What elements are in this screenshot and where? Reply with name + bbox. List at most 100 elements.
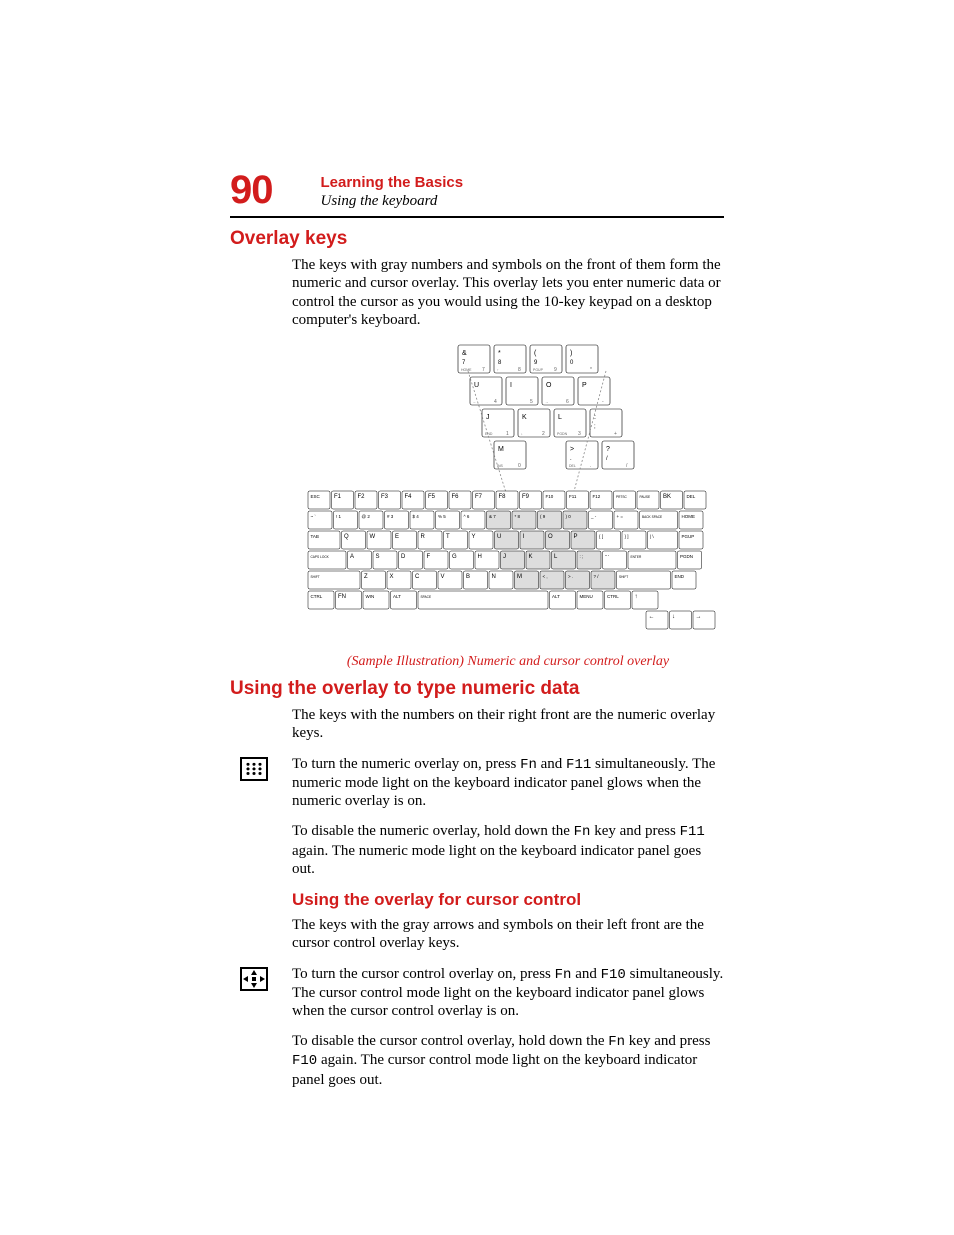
svg-text:) 0: ) 0 [566,514,572,519]
svg-text:3: 3 [578,431,581,437]
svg-text:# 3: # 3 [387,514,394,519]
svg-text:HOME: HOME [461,368,472,372]
svg-text:↓: ↓ [672,614,675,620]
svg-text:F11: F11 [569,494,577,499]
text: To disable the numeric overlay, hold dow… [292,823,574,839]
svg-text:PGDN: PGDN [680,554,693,559]
text: again. The cursor control mode light on … [292,1052,697,1087]
svg-text:F2: F2 [358,494,366,500]
numeric-keypad-icon [240,757,268,781]
svg-text:+ =: + = [617,514,624,519]
keyboard-illustration: &7HOME7*8↑8(9PGUP9)0*U←4I5O→6P-JEND1K↓2L… [292,341,724,646]
svg-text:PRTSC: PRTSC [616,495,627,499]
svg-text:C: C [415,574,420,580]
svg-text:M: M [498,446,504,453]
svg-text:N: N [492,574,496,580]
svg-text:" ': " ' [605,554,609,559]
svg-text:SHIFT: SHIFT [311,575,320,579]
svg-text:F10: F10 [546,494,554,499]
svg-text:BK: BK [663,494,671,500]
cursor-arrows-icon [240,967,268,991]
svg-text:& 7: & 7 [489,514,496,519]
svg-text:F5: F5 [428,494,436,500]
svg-text:} ]: } ] [625,534,629,539]
svg-text:→: → [696,614,702,620]
svg-text:4: 4 [494,399,497,405]
svg-text:0: 0 [518,463,521,469]
heading-overlay-keys: Overlay keys [230,228,724,250]
para-cursor-3: To disable the cursor control overlay, h… [292,1032,724,1088]
svg-text:.: . [590,463,591,469]
svg-text:ESC: ESC [311,494,321,499]
svg-text:I: I [510,382,512,389]
svg-text:D: D [401,554,406,560]
svg-text:< ,: < , [543,574,548,579]
svg-text:% 5: % 5 [438,514,446,519]
key-fn: Fn [555,967,572,983]
svg-text:FN: FN [338,594,346,600]
svg-text:END: END [485,432,493,436]
svg-text:SPACE: SPACE [421,595,432,599]
svg-text:→: → [545,400,549,404]
svg-text:+: + [614,431,617,437]
key-f11: F11 [680,824,705,840]
svg-text:BACK SPACE: BACK SPACE [642,515,662,519]
svg-text:1: 1 [506,431,509,437]
svg-text:J: J [503,554,506,560]
key-fn: Fn [608,1034,625,1050]
page-number: 90 [230,170,273,210]
svg-text:P: P [574,534,578,540]
svg-text:M: M [517,574,522,580]
heading-numeric-data: Using the overlay to type numeric data [230,678,724,700]
text: key and press [590,823,679,839]
para-numeric-3: To disable the numeric overlay, hold dow… [292,822,724,878]
svg-text:F7: F7 [475,494,483,500]
svg-text:SHIFT: SHIFT [619,575,628,579]
para-numeric-2: To turn the numeric overlay on, press Fn… [292,755,724,811]
header-rule [230,216,724,218]
key-f11: F11 [566,757,591,773]
text: To turn the cursor control overlay on, p… [292,966,555,982]
svg-text:Z: Z [364,574,368,580]
svg-text:ALT: ALT [552,594,560,599]
svg-text:CTRL: CTRL [311,594,323,599]
svg-text:@ 2: @ 2 [362,514,371,519]
svg-text:CAPS LOCK: CAPS LOCK [311,555,330,559]
svg-text:ENTER: ENTER [631,555,643,559]
svg-text:> .: > . [568,574,573,579]
svg-text:PGUP: PGUP [533,368,544,372]
para-cursor-2: To turn the cursor control overlay on, p… [292,965,724,1021]
svg-text:*: * [498,350,501,357]
svg-text:8: 8 [518,367,521,373]
para-cursor-1: The keys with the gray arrows and symbol… [292,916,724,953]
svg-text:PGDN: PGDN [557,432,568,436]
svg-text:: ;: : ; [580,554,584,559]
section-subtitle: Using the keyboard [321,193,464,210]
svg-text:↑: ↑ [635,594,638,600]
svg-text:): ) [570,350,572,357]
svg-text:K: K [522,414,527,421]
text: and [571,966,600,982]
svg-text:←: ← [649,614,655,620]
svg-text:S: S [376,554,380,560]
svg-text:~ `: ~ ` [311,514,317,519]
svg-text:W: W [370,534,376,540]
svg-text:^ 6: ^ 6 [464,514,470,519]
text: key and press [625,1033,710,1049]
svg-text:2: 2 [542,431,545,437]
svg-text:F12: F12 [593,494,601,499]
svg-text:F1: F1 [334,494,342,500]
svg-text:V: V [441,574,445,580]
svg-text:DEL: DEL [569,464,576,468]
svg-text:5: 5 [530,399,533,405]
svg-text:ALT: ALT [393,594,401,599]
svg-text:↑: ↑ [497,368,499,372]
svg-text:O: O [548,534,553,540]
key-fn: Fn [520,757,537,773]
svg-text:Q: Q [344,534,349,540]
svg-text:U: U [474,382,479,389]
svg-text:L: L [558,414,562,421]
text: and [537,756,566,772]
svg-text:>: > [570,446,574,453]
svg-text:! 1: ! 1 [336,514,342,519]
